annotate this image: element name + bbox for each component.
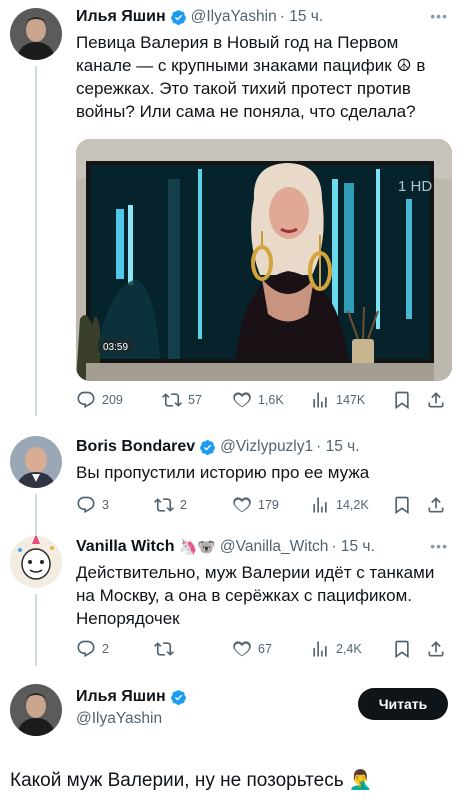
thread-line bbox=[35, 66, 37, 416]
bookmark-button[interactable] bbox=[392, 495, 418, 515]
author-name[interactable]: Илья Яшин bbox=[76, 688, 166, 706]
author-handle[interactable]: @IlyaYashin bbox=[191, 8, 277, 26]
timestamp[interactable]: · 15 ч. bbox=[331, 538, 374, 556]
reply-icon bbox=[77, 640, 95, 658]
reply-button[interactable]: 3 bbox=[76, 495, 109, 515]
repost-icon bbox=[162, 393, 182, 407]
share-icon bbox=[428, 497, 444, 513]
channel-logo: 1 HD bbox=[398, 178, 432, 195]
bookmark-button[interactable] bbox=[392, 639, 418, 659]
follow-button[interactable]: Читать bbox=[358, 688, 448, 720]
tweet-1[interactable]: Илья Яшин @IlyaYashin · 15 ч. ••• Певица… bbox=[0, 6, 462, 416]
avatar[interactable] bbox=[10, 436, 62, 488]
thread-line bbox=[35, 594, 37, 666]
reply-icon bbox=[77, 391, 95, 409]
repost-button[interactable] bbox=[154, 639, 180, 659]
verified-badge-icon bbox=[200, 439, 216, 455]
action-bar: 2 67 2,4K bbox=[76, 638, 452, 660]
avatar[interactable] bbox=[10, 8, 62, 60]
share-button[interactable] bbox=[426, 639, 452, 659]
heart-icon bbox=[233, 497, 251, 513]
like-count: 179 bbox=[258, 498, 279, 512]
tweet-header: Boris Bondarev @Vizlypuzly1 · 15 ч. bbox=[76, 436, 452, 458]
repost-icon bbox=[154, 642, 174, 656]
share-icon bbox=[428, 392, 444, 408]
tweet-header: Vanilla Witch 🦄🐨 @Vanilla_Witch · 15 ч. … bbox=[76, 536, 452, 558]
repost-icon bbox=[154, 498, 174, 512]
author-name[interactable]: Boris Bondarev bbox=[76, 438, 195, 456]
timestamp[interactable]: · 15 ч. bbox=[280, 8, 323, 26]
views-button[interactable]: 14,2K bbox=[310, 495, 369, 515]
share-button[interactable] bbox=[426, 495, 452, 515]
verified-badge-icon bbox=[170, 689, 186, 705]
share-icon bbox=[428, 641, 444, 657]
author-name[interactable]: Илья Яшин bbox=[76, 8, 166, 26]
bookmark-icon bbox=[395, 640, 409, 659]
like-button[interactable]: 67 bbox=[232, 639, 272, 659]
clock-overlay: 03:59 bbox=[103, 342, 128, 353]
reply-count: 209 bbox=[102, 393, 123, 407]
reply-count: 2 bbox=[102, 642, 109, 656]
tweet-header: Илья Яшин @IlyaYashin · 15 ч. ••• bbox=[76, 6, 452, 28]
timestamp[interactable]: · 15 ч. bbox=[316, 438, 359, 456]
more-icon[interactable]: ••• bbox=[430, 538, 448, 554]
like-count: 67 bbox=[258, 642, 272, 656]
author-handle[interactable]: @Vanilla_Witch bbox=[220, 538, 329, 556]
share-button[interactable] bbox=[426, 390, 452, 410]
views-icon bbox=[313, 497, 327, 513]
action-bar: 209 57 1,6K 147K bbox=[76, 389, 452, 411]
reply-button[interactable]: 209 bbox=[76, 390, 123, 410]
avatar[interactable] bbox=[10, 536, 62, 588]
repost-count: 2 bbox=[180, 498, 187, 512]
tweet-2[interactable]: Boris Bondarev @Vizlypuzly1 · 15 ч. Вы п… bbox=[0, 436, 462, 536]
views-icon bbox=[313, 392, 327, 408]
bookmark-icon bbox=[395, 496, 409, 515]
heart-icon bbox=[233, 392, 251, 408]
tweet-text: Певица Валерия в Новый год на Первом кан… bbox=[76, 33, 426, 121]
views-icon bbox=[313, 641, 327, 657]
reply-button[interactable]: 2 bbox=[76, 639, 109, 659]
more-icon[interactable]: ••• bbox=[430, 8, 448, 24]
action-bar: 3 2 179 14,2K bbox=[76, 494, 452, 516]
views-button[interactable]: 2,4K bbox=[310, 639, 362, 659]
views-count: 147K bbox=[336, 393, 366, 407]
profile-header: Илья Яшин @IlyaYashin Читать bbox=[0, 684, 462, 744]
repost-count: 57 bbox=[188, 393, 202, 407]
tweet-text: Вы пропустили историю про ее мужа bbox=[76, 463, 370, 482]
author-name[interactable]: Vanilla Witch bbox=[76, 538, 175, 556]
thread-line bbox=[35, 494, 37, 536]
name-emoji: 🦄🐨 bbox=[178, 539, 216, 556]
views-count: 2,4K bbox=[336, 642, 362, 656]
tweet-media[interactable]: 1 HD 03:59 bbox=[76, 139, 452, 381]
views-count: 14,2K bbox=[336, 498, 369, 512]
repost-button[interactable]: 57 bbox=[162, 390, 202, 410]
verified-badge-icon bbox=[170, 9, 186, 25]
tweet-text: Действительно, муж Валерии идёт с танкам… bbox=[76, 563, 435, 628]
reply-icon bbox=[77, 496, 95, 514]
author-handle[interactable]: @Vizlypuzly1 bbox=[220, 438, 313, 456]
post-text: Какой муж Валерии, ну не позорьтесь 🤦‍♂️ bbox=[10, 770, 373, 791]
like-count: 1,6K bbox=[258, 393, 284, 407]
reply-count: 3 bbox=[102, 498, 109, 512]
avatar[interactable] bbox=[10, 684, 62, 736]
repost-button[interactable]: 2 bbox=[154, 495, 187, 515]
bookmark-button[interactable] bbox=[392, 390, 418, 410]
like-button[interactable]: 179 bbox=[232, 495, 279, 515]
tweet-3[interactable]: Vanilla Witch 🦄🐨 @Vanilla_Witch · 15 ч. … bbox=[0, 536, 462, 666]
author-handle[interactable]: @IlyaYashin bbox=[76, 710, 162, 728]
like-button[interactable]: 1,6K bbox=[232, 390, 284, 410]
views-button[interactable]: 147K bbox=[310, 390, 365, 410]
heart-icon bbox=[233, 641, 251, 657]
bookmark-icon bbox=[395, 391, 409, 410]
